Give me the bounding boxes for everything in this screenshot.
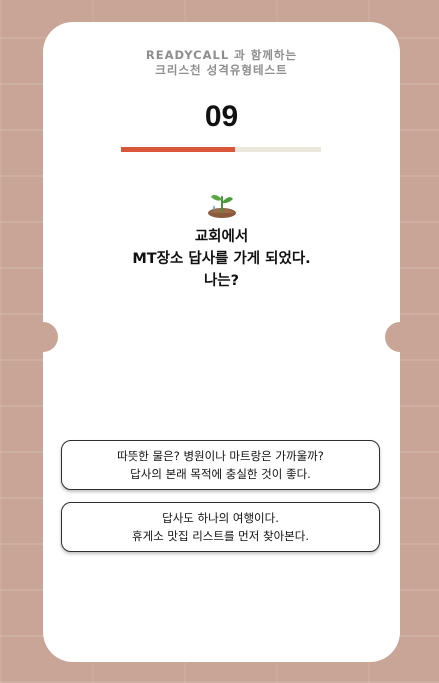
- question-line-3: 나는?: [203, 273, 240, 289]
- question-line-1: 교회에서: [194, 229, 249, 245]
- brand-line-2: 크리스천 성격유형테스트: [155, 63, 288, 77]
- question-text: 교회에서 MT장소 답사를 가게 되었다. 나는?: [43, 226, 400, 292]
- question-number: 09: [204, 100, 239, 133]
- sprout-icon: [208, 194, 236, 218]
- answer-option-b-line-2: 휴게소 맛집 리스트를 먼저 찾아본다.: [132, 529, 309, 543]
- answer-option-b-line-1: 답사도 하나의 여행이다.: [162, 511, 279, 525]
- answer-option-a-line-2: 답사의 본래 목적에 충실한 것이 좋다.: [130, 467, 311, 481]
- question-line-2: MT장소 답사를 가게 되었다.: [132, 251, 311, 267]
- brand-line-1: READYCALL 과 함께하는: [145, 48, 298, 62]
- question-card: READYCALL 과 함께하는 크리스천 성격유형테스트 09 교회에서 MT…: [28, 22, 415, 662]
- answer-option-a-line-1: 따뜻한 물은? 병원이나 마트랑은 가까울까?: [117, 449, 324, 463]
- card-notch-left: [28, 322, 58, 352]
- progress-bar-fill: [121, 147, 235, 152]
- answer-option-b-button[interactable]: 답사도 하나의 여행이다. 휴게소 맛집 리스트를 먼저 찾아본다.: [61, 502, 380, 552]
- answer-option-a-button[interactable]: 따뜻한 물은? 병원이나 마트랑은 가까울까? 답사의 본래 목적에 충실한 것…: [61, 440, 380, 490]
- card-notch-right: [385, 322, 415, 352]
- progress-bar: [121, 147, 321, 152]
- brand-title: READYCALL 과 함께하는 크리스천 성격유형테스트: [43, 48, 400, 78]
